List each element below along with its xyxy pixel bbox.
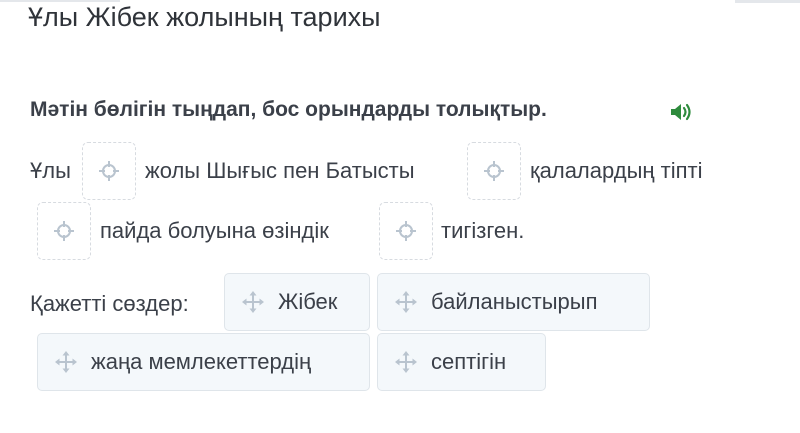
sentence-word-ulu: Ұлы — [30, 158, 71, 183]
drop-blank-3[interactable] — [37, 202, 91, 260]
drop-blank-2[interactable] — [467, 142, 521, 200]
target-crosshair-icon — [484, 161, 504, 181]
word-chip-label: септігін — [431, 349, 507, 374]
word-chip-label: байланыстырып — [431, 289, 598, 314]
drop-blank-1[interactable] — [82, 142, 136, 200]
move-arrows-icon — [395, 291, 417, 313]
move-arrows-icon — [395, 351, 417, 373]
word-chip-zhibek[interactable]: Жібек — [224, 273, 370, 331]
target-crosshair-icon — [396, 221, 416, 241]
word-chip-septigin[interactable]: септігін — [377, 333, 546, 391]
instruction-text: Мәтін бөлігін тыңдап, бос орындарды толы… — [30, 98, 547, 121]
word-chip-bailanystyryp[interactable]: байланыстырып — [377, 273, 650, 331]
target-crosshair-icon — [99, 161, 119, 181]
word-chip-label: жаңа мемлекеттердің — [91, 349, 312, 374]
top-divider-right — [735, 0, 800, 3]
sentence-fragment-3: қалалардың тіпті — [530, 158, 703, 183]
sentence-fragment-2: жолы Шығыс пен Батысты — [145, 158, 415, 183]
page-title: Ұлы Жібек жолының тарихы — [28, 2, 381, 32]
speaker-icon[interactable] — [668, 101, 694, 123]
move-arrows-icon — [242, 291, 264, 313]
move-arrows-icon — [55, 351, 77, 373]
sentence-fragment-5: тигізген. — [441, 218, 525, 243]
target-crosshair-icon — [54, 221, 74, 241]
drop-blank-4[interactable] — [379, 202, 433, 260]
word-chip-zhana-memleketterdin[interactable]: жаңа мемлекеттердің — [37, 333, 370, 391]
word-chip-label: Жібек — [278, 289, 338, 314]
word-bank-label: Қажетті сөздер: — [30, 291, 189, 316]
sentence-fragment-4: пайда болуына өзіндік — [100, 218, 329, 243]
